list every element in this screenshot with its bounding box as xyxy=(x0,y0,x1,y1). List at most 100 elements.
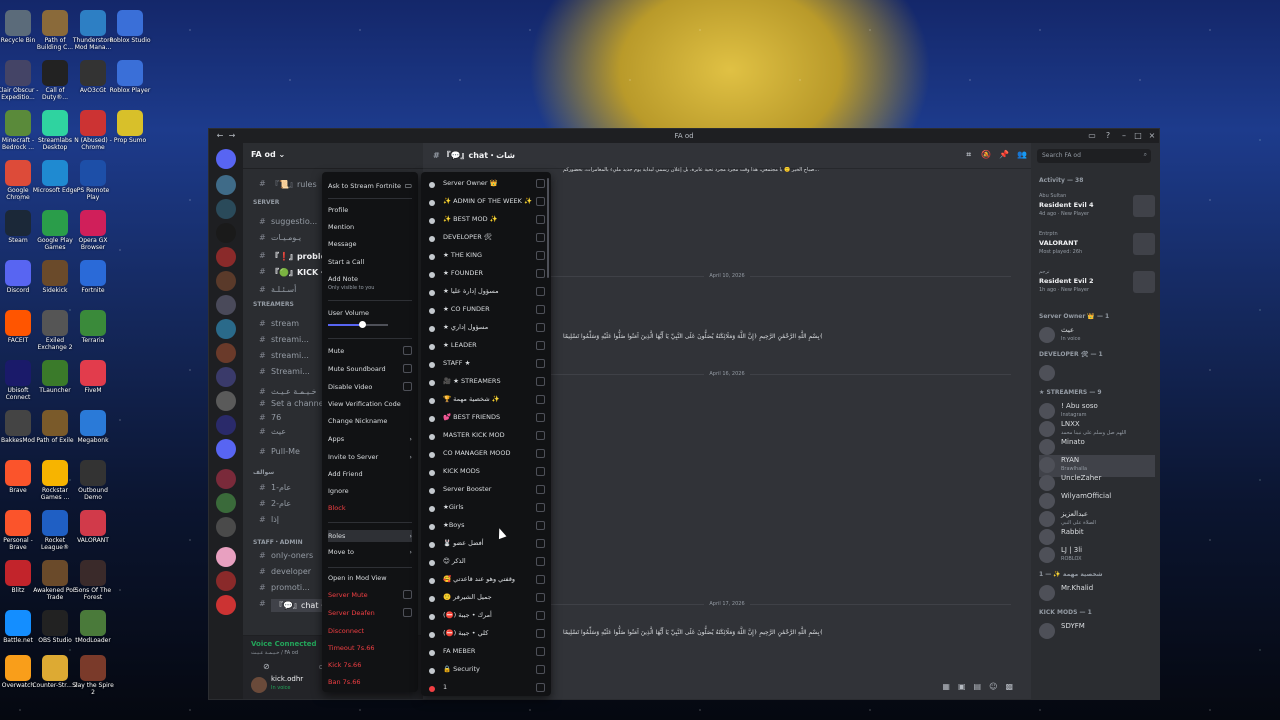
channel-category[interactable]: STAFF・ADMIN xyxy=(253,537,303,546)
activity-card[interactable]: Entrptn VALORANT Most played: 26h xyxy=(1039,231,1155,261)
menu-item-start-call[interactable]: Start a Call xyxy=(328,258,412,266)
role-option[interactable]: 1 xyxy=(429,682,545,696)
server-header[interactable]: FA od ⌄ xyxy=(243,143,423,169)
channel-item[interactable]: خـيـمـة عـيـث xyxy=(271,387,317,396)
server-icon[interactable] xyxy=(216,247,236,267)
server-icon[interactable] xyxy=(216,415,236,435)
desktop-shortcut[interactable]: Sons Of The Forest xyxy=(70,560,116,601)
role-option[interactable]: (⛔) أمرك • جيبة xyxy=(429,610,545,624)
server-icon[interactable] xyxy=(216,493,236,513)
channel-item[interactable]: عيث xyxy=(271,427,286,436)
desktop-shortcut[interactable]: Outbound Demo xyxy=(70,460,116,501)
mute-bell-icon[interactable]: 🔕 xyxy=(981,150,991,159)
close-icon[interactable]: × xyxy=(1147,131,1157,140)
role-option[interactable]: DEVELOPER 🛠 xyxy=(429,232,545,246)
role-option[interactable]: FA MEBER xyxy=(429,646,545,660)
server-icon[interactable] xyxy=(216,469,236,489)
desktop-shortcut[interactable]: Fortnite xyxy=(70,260,116,294)
channel-item[interactable]: developer xyxy=(271,567,311,576)
checkbox[interactable] xyxy=(403,590,412,599)
member-item[interactable] xyxy=(1039,363,1155,385)
checkbox[interactable] xyxy=(536,251,545,260)
checkbox[interactable] xyxy=(536,575,545,584)
server-icon[interactable] xyxy=(216,295,236,315)
server-icon[interactable] xyxy=(216,391,236,411)
menu-item-timeout[interactable]: Timeout 7s.66 xyxy=(328,644,412,652)
activity-card[interactable]: ترجم Resident Evil 2 1h ago · New Player xyxy=(1039,269,1155,299)
role-option[interactable]: 🔒 Security xyxy=(429,664,545,678)
role-option[interactable]: 🎥 ★ STREAMERS xyxy=(429,376,545,390)
channel-item[interactable]: suggestio... xyxy=(271,217,317,226)
member-item[interactable]: Mr.Khalid xyxy=(1039,583,1155,605)
checkbox[interactable] xyxy=(536,233,545,242)
channel-item[interactable]: يـومـيـات xyxy=(271,233,301,242)
help-icon[interactable]: ? xyxy=(1103,131,1113,140)
role-option[interactable]: ✨ ADMIN OF THE WEEK ✨ xyxy=(429,196,545,210)
desktop-shortcut[interactable]: Roblox Studio xyxy=(107,10,153,44)
search-input[interactable]: Search FA od ⌕ xyxy=(1037,149,1151,163)
checkbox[interactable] xyxy=(536,179,545,188)
checkbox[interactable] xyxy=(536,341,545,350)
checkbox[interactable] xyxy=(536,413,545,422)
channel-category[interactable]: سوالف xyxy=(253,469,274,476)
menu-item-mute-soundboard[interactable]: Mute Soundboard xyxy=(328,364,412,373)
checkbox[interactable] xyxy=(536,665,545,674)
checkbox[interactable] xyxy=(536,197,545,206)
channel-category[interactable]: STREAMERS xyxy=(253,301,294,308)
channel-item[interactable]: أسـئـلـة xyxy=(271,285,296,294)
role-option[interactable]: ★Boys xyxy=(429,520,545,534)
checkbox[interactable] xyxy=(536,395,545,404)
role-option[interactable]: ★ LEADER xyxy=(429,340,545,354)
channel-category[interactable]: SERVER xyxy=(253,199,279,206)
video-off-icon[interactable]: ⊘ xyxy=(263,662,270,671)
checkbox[interactable] xyxy=(536,593,545,602)
checkbox[interactable] xyxy=(536,269,545,278)
menu-item-kick[interactable]: Kick 7s.66 xyxy=(328,661,412,669)
server-icon[interactable] xyxy=(216,595,236,615)
channel-item[interactable]: Pull-Me xyxy=(271,447,300,456)
checkbox[interactable] xyxy=(536,647,545,656)
server-icon[interactable] xyxy=(216,223,236,243)
pin-icon[interactable]: 📌 xyxy=(999,150,1009,159)
desktop-shortcut[interactable]: Roblox Player xyxy=(107,60,153,94)
server-icon[interactable] xyxy=(216,343,236,363)
checkbox[interactable] xyxy=(536,449,545,458)
menu-item-open-mod-view[interactable]: Open in Mod View xyxy=(328,574,412,582)
menu-item-message[interactable]: Message xyxy=(328,240,412,248)
menu-item-add-friend[interactable]: Add Friend xyxy=(328,470,412,478)
menu-item-invite[interactable]: Invite to Server › xyxy=(328,453,412,461)
role-option[interactable]: 🐰 أفضل عضو xyxy=(429,538,545,552)
role-option[interactable]: ★ CO FUNDER xyxy=(429,304,545,318)
inbox-icon[interactable]: ▭ xyxy=(1087,131,1097,140)
server-icon[interactable] xyxy=(216,517,236,537)
member-item[interactable]: LJ | 3li ROBLOX xyxy=(1039,545,1155,567)
member-item[interactable]: عيث In voice xyxy=(1039,325,1155,347)
menu-item-apps[interactable]: Apps › xyxy=(328,435,412,443)
menu-item-server-deafen[interactable]: Server Deafen xyxy=(328,608,412,617)
checkbox[interactable] xyxy=(536,359,545,368)
desktop-shortcut[interactable]: Megabonk xyxy=(70,410,116,444)
role-option[interactable]: ★ THE KING xyxy=(429,250,545,264)
role-option[interactable]: ★ مسؤول إداري xyxy=(429,322,545,336)
checkbox[interactable] xyxy=(403,608,412,617)
server-icon[interactable] xyxy=(216,439,236,459)
channel-item[interactable]: streami... xyxy=(271,351,309,360)
checkbox[interactable] xyxy=(536,503,545,512)
role-option[interactable]: (⛔) كلي • جيبة xyxy=(429,628,545,642)
desktop-shortcut[interactable]: tModLoader xyxy=(70,610,116,644)
server-icon[interactable] xyxy=(216,271,236,291)
role-option[interactable]: CO MANAGER MOOD xyxy=(429,448,545,462)
maximize-icon[interactable]: □ xyxy=(1133,131,1143,140)
checkbox[interactable] xyxy=(536,305,545,314)
role-option[interactable]: ✨ BEST MOD ✨ xyxy=(429,214,545,228)
menu-item-disconnect[interactable]: Disconnect xyxy=(328,627,412,635)
role-option[interactable]: Server Booster xyxy=(429,484,545,498)
role-option[interactable]: 😊 الذكر xyxy=(429,556,545,570)
menu-item-change-nickname[interactable]: Change Nickname xyxy=(328,417,412,425)
member-item[interactable]: SDYFM xyxy=(1039,621,1155,643)
desktop-shortcut[interactable]: VALORANT xyxy=(70,510,116,544)
channel-item[interactable]: Streami... xyxy=(271,367,310,376)
checkbox[interactable] xyxy=(536,377,545,386)
channel-item[interactable]: only-oners xyxy=(271,551,313,560)
avatar[interactable] xyxy=(251,677,267,693)
